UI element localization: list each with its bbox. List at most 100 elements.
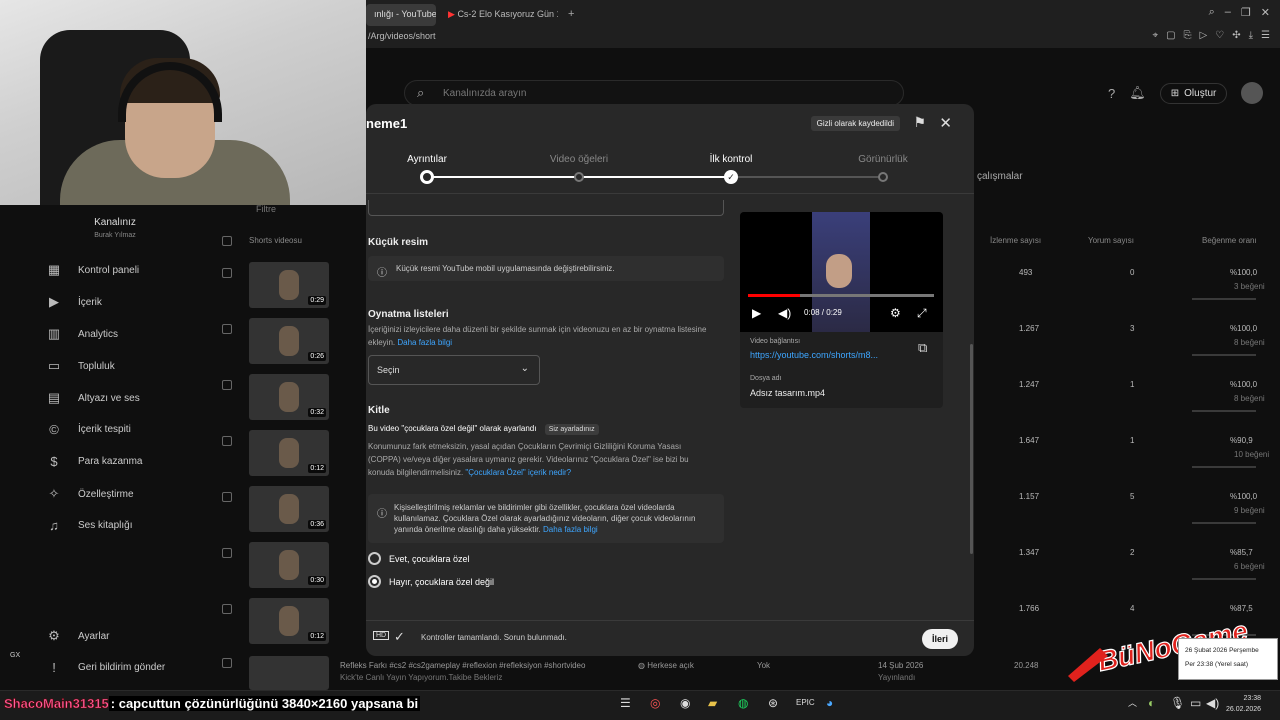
audience-info-link[interactable]: Daha fazla bilgi	[543, 525, 598, 534]
zoom-icon[interactable]: ⌕	[1209, 6, 1215, 19]
step-video-elements-dot[interactable]	[574, 172, 584, 182]
tray-icon[interactable]: ◐	[1148, 696, 1155, 710]
row-checkbox[interactable]	[222, 324, 232, 334]
playlist-select[interactable]: Seçin ⌄	[368, 355, 540, 385]
create-button[interactable]: ⊞ Oluştur	[1159, 82, 1228, 104]
spotify-icon[interactable]: ◍	[738, 696, 748, 710]
taskbar-clock[interactable]: 23:38 26.02.2026	[1226, 693, 1261, 715]
row-checkbox[interactable]	[222, 268, 232, 278]
minimize-icon[interactable]: –	[1225, 6, 1231, 19]
browser-tab-stream[interactable]: ▶ Cs-2 Elo Kasıyoruz Gün 1 (	[440, 4, 558, 26]
opera-icon[interactable]: ◎	[650, 696, 660, 710]
close-icon[interactable]: ✕	[939, 114, 952, 132]
sidebar-item-dashboard[interactable]: ▦ Kontrol paneli	[46, 262, 139, 278]
restore-icon[interactable]: ❐	[1241, 6, 1251, 19]
menu-icon[interactable]: ☰	[1261, 30, 1270, 41]
step-details-dot[interactable]	[420, 170, 434, 184]
channel-search-input[interactable]: ⌕ Kanalınızda arayın	[404, 80, 904, 106]
screenshot-icon[interactable]: ▢	[1166, 30, 1175, 41]
sidebar-item-subtitles[interactable]: ▤ Altyazı ve ses	[46, 390, 140, 406]
step-visibility[interactable]: Görünürlük	[843, 154, 923, 165]
row-checkbox[interactable]	[222, 658, 232, 668]
video-thumbnail[interactable]: 0:30	[249, 542, 329, 588]
download-icon[interactable]: ⤓	[1249, 30, 1253, 41]
video-thumbnail[interactable]: 0:29	[249, 262, 329, 308]
sidebar-item-monetization[interactable]: $ Para kazanma	[46, 454, 142, 469]
video-thumbnail[interactable]: 0:26	[249, 318, 329, 364]
share-icon[interactable]: ⎘	[1184, 30, 1192, 41]
pin-icon[interactable]: ⌖	[1152, 30, 1158, 41]
video-thumbnail[interactable]: 0:12	[249, 430, 329, 476]
restriction-cell: Yok	[757, 661, 771, 670]
tab-partial[interactable]: çalışmalar	[977, 171, 1023, 182]
sidebar-item-content[interactable]: ▶ İçerik	[46, 294, 102, 310]
chrome-icon[interactable]: ◕	[826, 696, 833, 710]
sidebar-item-copyright[interactable]: © İçerik tespiti	[46, 422, 131, 437]
steam-icon[interactable]: ⊛	[768, 696, 778, 710]
video-thumbnail[interactable]: 0:32	[249, 374, 329, 420]
report-icon[interactable]: ⚑	[913, 114, 926, 131]
fullscreen-icon[interactable]: ⤢	[917, 306, 927, 321]
gear-icon[interactable]: ⚙	[890, 306, 901, 320]
video-progress-bar[interactable]	[748, 294, 934, 297]
step-checks[interactable]: İlk kontrol	[696, 154, 766, 165]
video-link[interactable]: https://youtube.com/shorts/m8...	[750, 350, 878, 360]
play-icon[interactable]: ▶	[752, 306, 761, 320]
sidebar-item-analytics[interactable]: ▥ Analytics	[46, 326, 118, 342]
address-bar[interactable]: /Arg/videos/short	[366, 28, 1280, 48]
play-icon[interactable]: ▷	[1200, 30, 1208, 41]
radio-made-for-kids[interactable]: Evet, çocuklara özel	[368, 552, 470, 565]
browser-tab-studio[interactable]: ınlığı - YouTube St	[366, 4, 436, 26]
puzzle-icon[interactable]: ✣	[1232, 30, 1240, 41]
row-checkbox[interactable]	[222, 548, 232, 558]
video-thumbnail[interactable]: 0:12	[249, 598, 329, 644]
col-comments[interactable]: Yorum sayısı	[1088, 236, 1134, 245]
help-icon[interactable]: ?	[1108, 86, 1115, 101]
sidebar-item-feedback[interactable]: ! Geri bildirim gönder	[46, 660, 165, 675]
heart-icon[interactable]: ♡	[1215, 30, 1224, 41]
next-button[interactable]: İleri	[921, 629, 958, 649]
video-player[interactable]: ▶ ◀︎) 0:08 / 0:29 ⚙ ⤢	[740, 212, 943, 332]
description-field-edge[interactable]	[368, 200, 724, 216]
row-checkbox[interactable]	[222, 380, 232, 390]
obs-icon[interactable]: ◉	[680, 696, 690, 710]
row-checkbox[interactable]	[222, 492, 232, 502]
row-checkbox[interactable]	[222, 604, 232, 614]
audience-desc-link[interactable]: "Çocuklara Özel" içerik nedir?	[465, 468, 571, 477]
mic-icon[interactable]: 🎙︎	[1170, 696, 1185, 710]
volume-icon[interactable]: ◀︎)	[1206, 696, 1219, 710]
video-title[interactable]: Refleks Farkı #cs2 #cs2gameplay #reflexi…	[340, 661, 585, 670]
account-avatar[interactable]	[1241, 82, 1264, 104]
step-video-elements[interactable]: Video öğeleri	[539, 154, 619, 165]
col-likes[interactable]: Beğenme oranı	[1202, 236, 1257, 245]
dialog-scrollbar[interactable]	[970, 344, 973, 554]
radio-not-made-for-kids[interactable]: Hayır, çocuklara özel değil	[368, 575, 494, 588]
new-tab-icon[interactable]: +	[568, 8, 574, 20]
step-details[interactable]: Ayrıntılar	[397, 154, 457, 165]
select-all-checkbox[interactable]	[222, 236, 232, 246]
sidebar-item-customization[interactable]: ✧ Özelleştirme	[46, 486, 134, 502]
radio-no[interactable]	[368, 575, 381, 588]
row-checkbox[interactable]	[222, 436, 232, 446]
sidebar-item-audio-library[interactable]: ♫ Ses kitaplığı	[46, 518, 132, 533]
sidebar-item-settings[interactable]: ⚙ Ayarlar	[46, 628, 109, 644]
step-visibility-dot[interactable]	[878, 172, 888, 182]
epic-icon[interactable]: EPIC	[796, 698, 815, 707]
filter-label[interactable]: Filtre	[256, 204, 276, 214]
video-thumbnail[interactable]	[249, 656, 329, 690]
check-icon[interactable]: ✓	[724, 170, 738, 184]
radio-yes[interactable]	[368, 552, 381, 565]
network-icon[interactable]: ▭	[1190, 696, 1201, 710]
volume-icon[interactable]: ◀︎)	[778, 306, 791, 320]
sidebar-item-community[interactable]: ▭ Topluluk	[46, 358, 115, 374]
folder-icon[interactable]: ▰	[708, 696, 717, 710]
col-views[interactable]: İzlenme sayısı	[990, 236, 1041, 245]
hd-icon: HD	[373, 631, 390, 640]
playlists-more-link[interactable]: Daha fazla bilgi	[397, 338, 452, 347]
taskbar-app-icon[interactable]: ☰	[620, 696, 631, 710]
close-window-icon[interactable]: ✕	[1261, 6, 1270, 19]
copy-icon[interactable]: ⧉	[918, 340, 927, 356]
bell-icon[interactable]: 🔔︎	[1129, 85, 1146, 101]
video-thumbnail[interactable]: 0:36	[249, 486, 329, 532]
tray-chevron-icon[interactable]: ︿	[1128, 696, 1137, 709]
